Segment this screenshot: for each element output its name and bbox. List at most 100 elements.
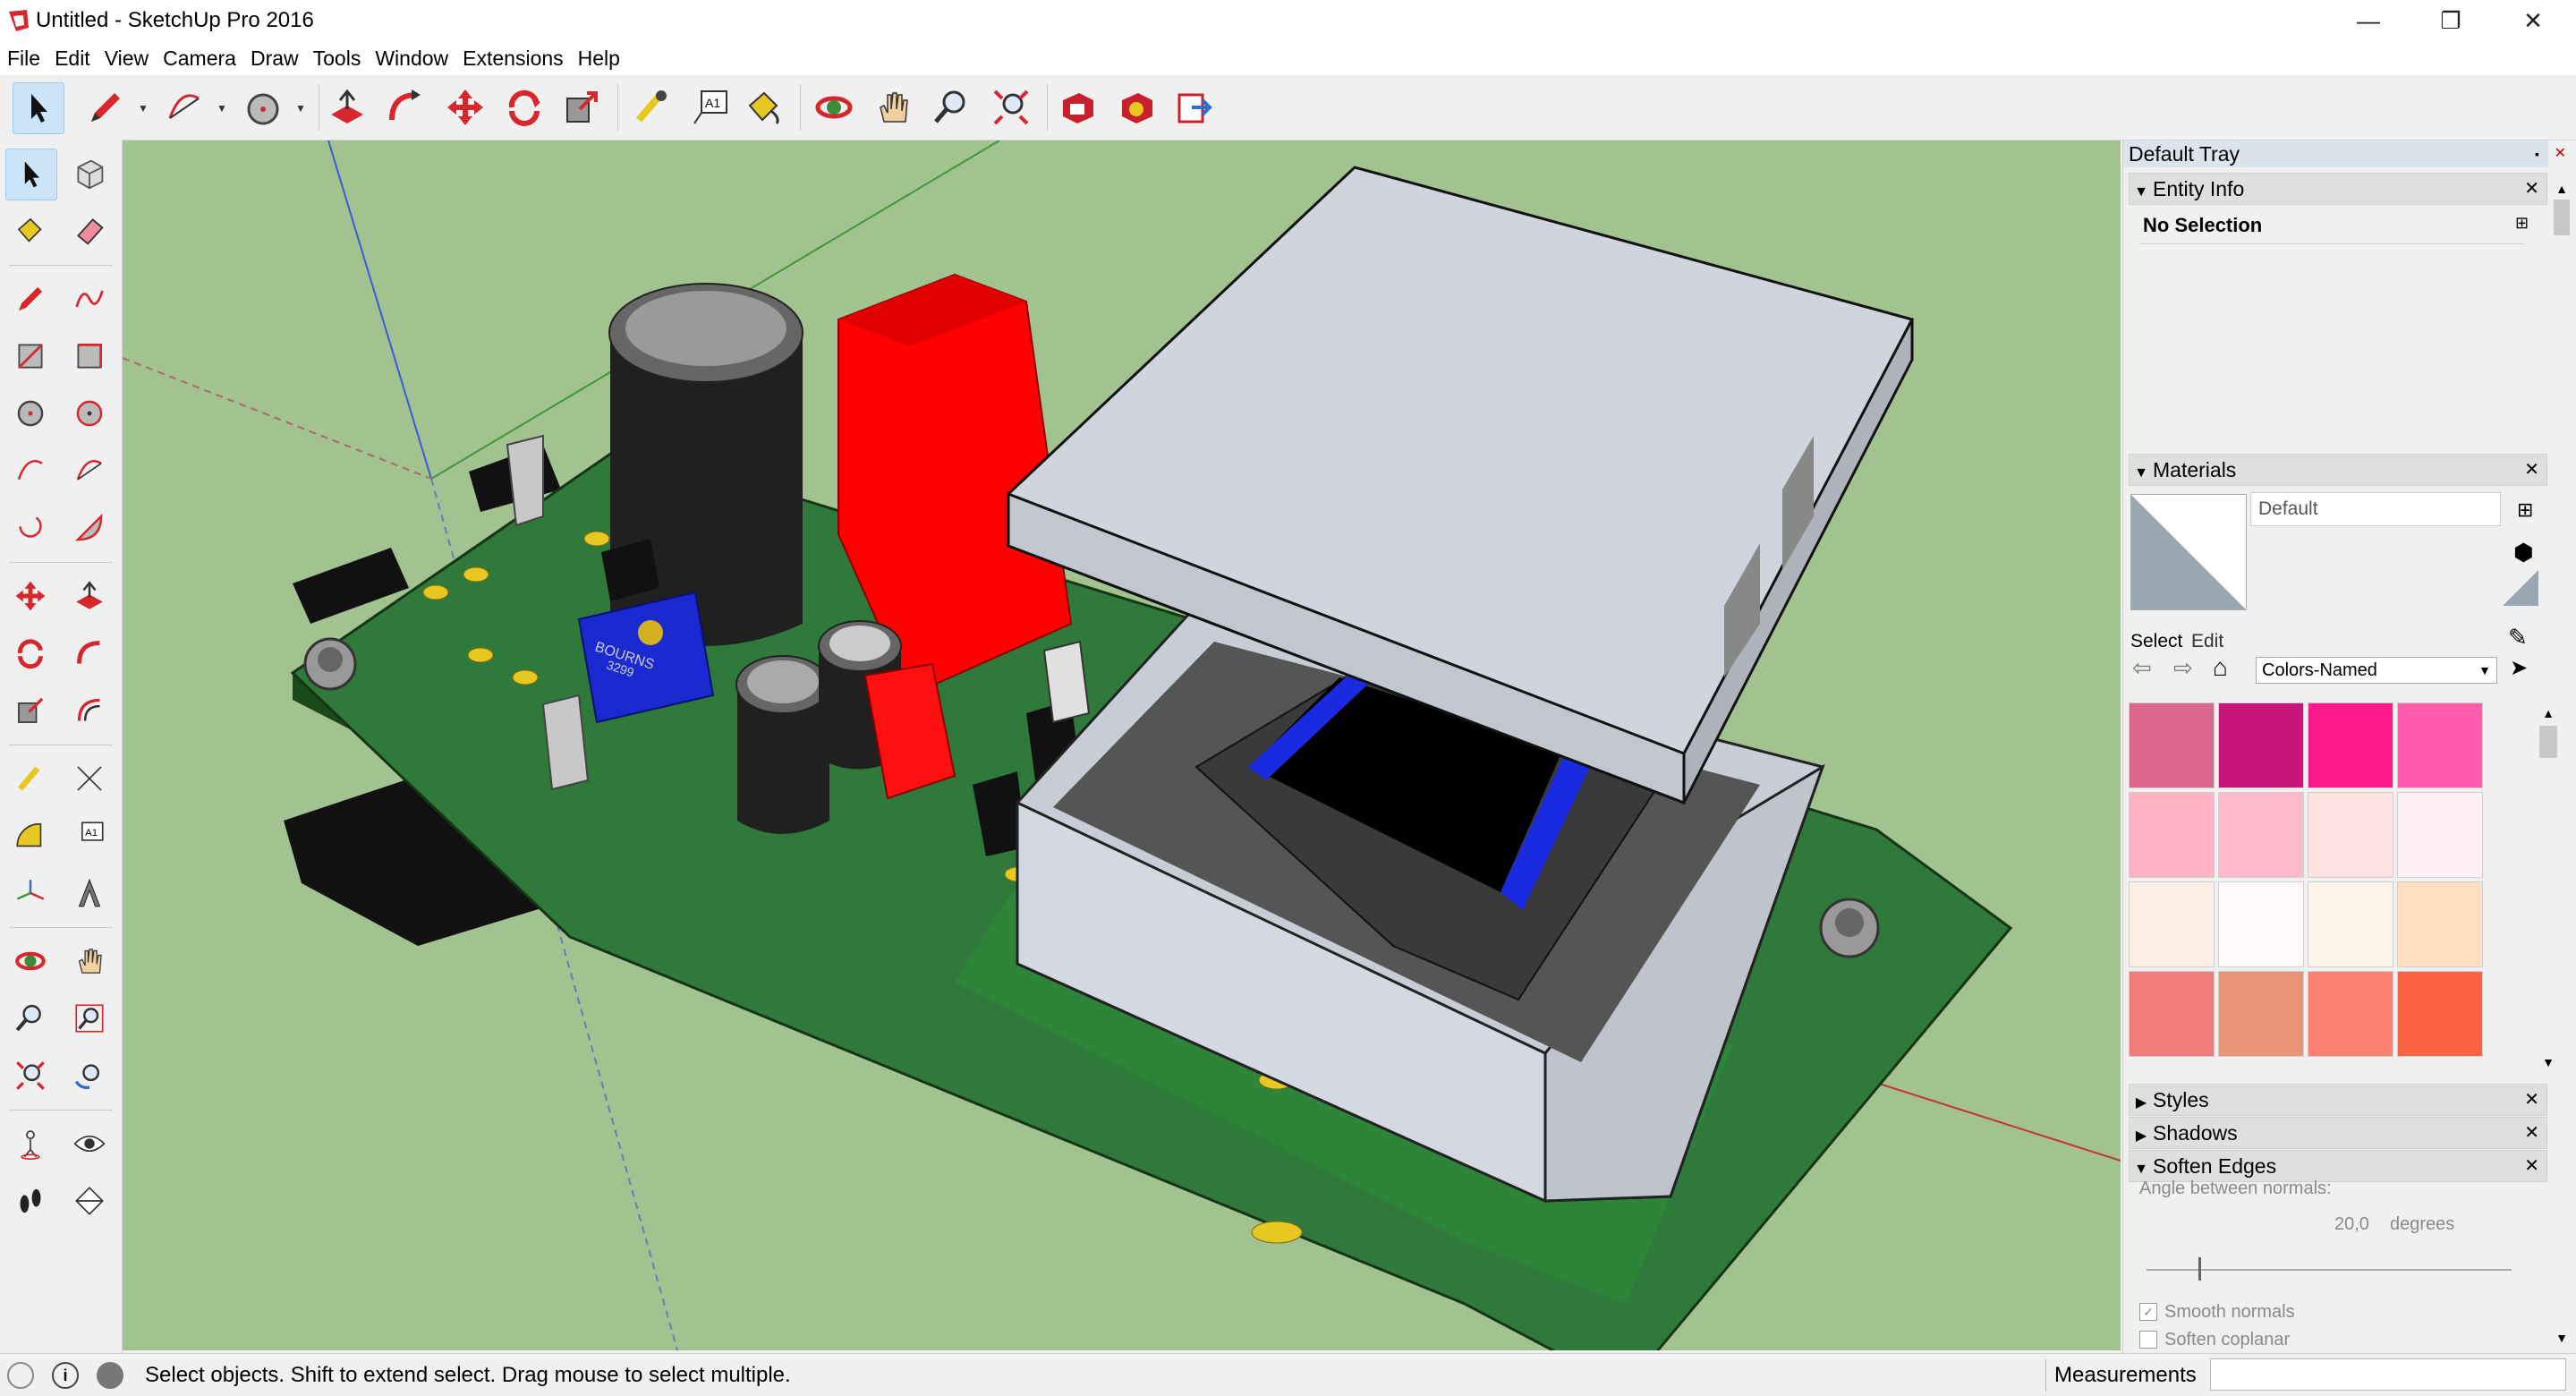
- menu-camera[interactable]: Camera: [156, 41, 243, 75]
- palette-walk-button[interactable]: [5, 1176, 55, 1226]
- arc-tool-button[interactable]: [159, 82, 209, 132]
- materials-header[interactable]: ▼ Materials ✕: [2129, 454, 2547, 486]
- palette-select-button[interactable]: [5, 149, 57, 200]
- entity-info-header[interactable]: ▼ Entity Info ✕: [2129, 173, 2547, 205]
- material-swatch[interactable]: [2129, 971, 2215, 1057]
- angle-slider-track[interactable]: [2147, 1269, 2512, 1271]
- material-swatch[interactable]: [2129, 881, 2215, 967]
- palette-position-camera-button[interactable]: [5, 1119, 55, 1169]
- create-material-icon[interactable]: ⊞: [2517, 498, 2533, 522]
- palette-previous-view-button[interactable]: [64, 1051, 115, 1101]
- geo-location-icon[interactable]: [7, 1362, 34, 1389]
- soften-coplanar-checkbox[interactable]: [2139, 1331, 2157, 1349]
- smooth-normals-checkbox[interactable]: ✓: [2139, 1303, 2157, 1321]
- palette-rotate-button[interactable]: [5, 628, 55, 678]
- material-swatch[interactable]: [2218, 881, 2304, 967]
- material-swatch[interactable]: [2397, 881, 2483, 967]
- tab-edit[interactable]: Edit: [2191, 631, 2223, 652]
- menu-help[interactable]: Help: [571, 41, 627, 75]
- palette-pan-button[interactable]: [64, 936, 115, 986]
- default-material-icon[interactable]: [2503, 570, 2538, 606]
- circle-tool-button[interactable]: [238, 82, 288, 132]
- palette-polygon-button[interactable]: [64, 388, 115, 438]
- menu-file[interactable]: File: [0, 41, 47, 75]
- palette-pie-button[interactable]: [64, 503, 115, 553]
- palette-make-component-button[interactable]: [64, 149, 115, 199]
- eyedropper-icon[interactable]: ✎: [2508, 624, 2528, 651]
- home-icon[interactable]: ⌂: [2213, 653, 2228, 682]
- menu-edit[interactable]: Edit: [47, 41, 98, 75]
- material-swatch[interactable]: [2218, 971, 2304, 1057]
- material-swatch[interactable]: [2308, 971, 2393, 1057]
- send-to-layout-button[interactable]: [1169, 82, 1219, 132]
- palette-protractor-button[interactable]: [5, 811, 55, 861]
- display-secondary-icon[interactable]: ⬢: [2513, 539, 2534, 566]
- angle-slider-thumb[interactable]: [2198, 1257, 2201, 1281]
- chevron-down-icon[interactable]: ▼: [295, 102, 306, 115]
- back-arrow-icon[interactable]: ⇦: [2132, 654, 2152, 682]
- palette-follow-me-button[interactable]: [64, 628, 115, 678]
- soften-edges-header[interactable]: ▼ Soften Edges ✕: [2129, 1150, 2547, 1182]
- material-swatch[interactable]: [2397, 702, 2483, 788]
- material-name-input[interactable]: Default: [2250, 492, 2501, 526]
- user-account-icon[interactable]: [97, 1362, 123, 1389]
- paint-bucket-tool-button[interactable]: [739, 82, 789, 132]
- palette-zoom-window-button[interactable]: [64, 993, 115, 1043]
- palette-circle-button[interactable]: [5, 388, 55, 438]
- palette-push-pull-button[interactable]: [64, 571, 115, 621]
- palette-freehand-button[interactable]: [64, 274, 115, 324]
- palette-3d-text-button[interactable]: [64, 868, 115, 918]
- palette-offset-button[interactable]: [64, 685, 115, 736]
- tab-select[interactable]: Select: [2130, 631, 2182, 652]
- close-window-button[interactable]: ✕: [2492, 0, 2574, 41]
- palette-3pt-arc-button[interactable]: [5, 503, 55, 553]
- palette-paint-bucket-button[interactable]: [5, 206, 55, 256]
- material-swatch[interactable]: [2308, 881, 2393, 967]
- move-tool-button[interactable]: [440, 82, 490, 132]
- palette-eraser-button[interactable]: [64, 206, 115, 256]
- zoom-tool-button[interactable]: [927, 82, 977, 132]
- palette-line-button[interactable]: [5, 274, 55, 324]
- push-pull-tool-button[interactable]: [322, 82, 372, 132]
- info-icon[interactable]: i: [52, 1362, 79, 1389]
- details-toggle-icon[interactable]: ⊞: [2515, 214, 2533, 237]
- material-swatch[interactable]: [2218, 792, 2304, 878]
- follow-me-tool-button[interactable]: [379, 82, 429, 132]
- close-icon[interactable]: ✕: [2524, 1118, 2539, 1148]
- material-swatch[interactable]: [2397, 792, 2483, 878]
- palette-orbit-button[interactable]: [5, 936, 55, 986]
- material-swatch[interactable]: [2308, 702, 2393, 788]
- close-icon[interactable]: ✕: [2524, 1151, 2539, 1181]
- menu-extensions[interactable]: Extensions: [455, 41, 571, 75]
- material-swatch[interactable]: [2129, 792, 2215, 878]
- palette-scale-button[interactable]: [5, 685, 55, 736]
- palette-move-button[interactable]: [5, 571, 55, 621]
- close-icon[interactable]: ✕: [2524, 455, 2539, 485]
- palette-text-button[interactable]: A1: [64, 811, 115, 861]
- menu-draw[interactable]: Draw: [243, 41, 306, 75]
- tape-measure-tool-button[interactable]: [626, 82, 676, 132]
- palette-section-plane-button[interactable]: [64, 1176, 115, 1226]
- close-icon[interactable]: ✕: [2555, 140, 2566, 167]
- line-tool-button[interactable]: [81, 82, 131, 132]
- material-swatch[interactable]: [2397, 971, 2483, 1057]
- palette-dimension-button[interactable]: [64, 753, 115, 804]
- forward-arrow-icon[interactable]: ⇨: [2173, 654, 2193, 682]
- select-tool-button[interactable]: [13, 82, 64, 134]
- close-icon[interactable]: ✕: [2524, 174, 2539, 204]
- material-swatch[interactable]: [2218, 702, 2304, 788]
- palette-arc-button[interactable]: [5, 446, 55, 496]
- styles-header[interactable]: ▶ Styles ✕: [2129, 1084, 2547, 1116]
- 3d-warehouse-button[interactable]: [1052, 82, 1102, 132]
- details-arrow-icon[interactable]: ➤: [2510, 655, 2528, 681]
- rotate-tool-button[interactable]: [499, 82, 549, 132]
- chevron-down-icon[interactable]: ▼: [217, 102, 227, 115]
- palette-rectangle-button[interactable]: [5, 331, 55, 381]
- menu-tools[interactable]: Tools: [306, 41, 369, 75]
- palette-zoom-button[interactable]: [5, 993, 55, 1043]
- shadows-header[interactable]: ▶ Shadows ✕: [2129, 1117, 2547, 1149]
- menu-view[interactable]: View: [98, 41, 156, 75]
- material-swatch[interactable]: [2129, 702, 2215, 788]
- palette-rotated-rectangle-button[interactable]: [64, 331, 115, 381]
- pin-icon[interactable]: ▪: [2535, 140, 2539, 167]
